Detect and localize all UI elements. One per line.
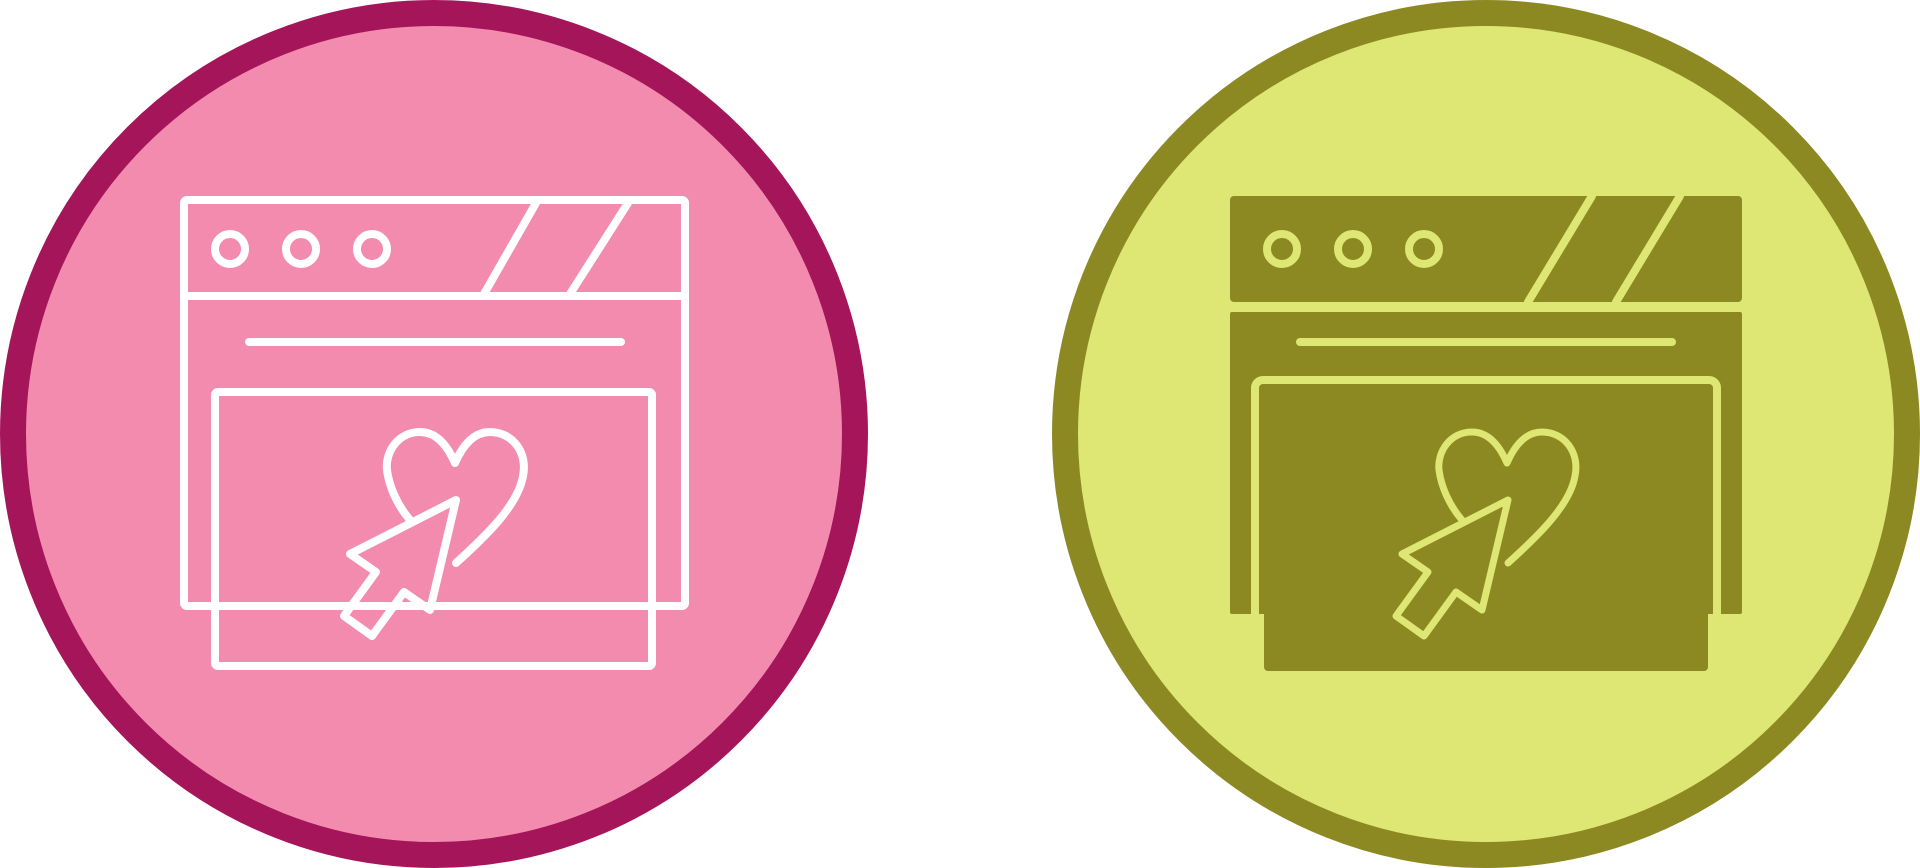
content-card xyxy=(1264,389,1708,671)
website-favorite-glyph-icon xyxy=(1052,0,1920,868)
website-favorite-outline-icon xyxy=(0,0,868,868)
browser-toolbar xyxy=(1230,196,1742,302)
icon-set xyxy=(0,0,1920,868)
